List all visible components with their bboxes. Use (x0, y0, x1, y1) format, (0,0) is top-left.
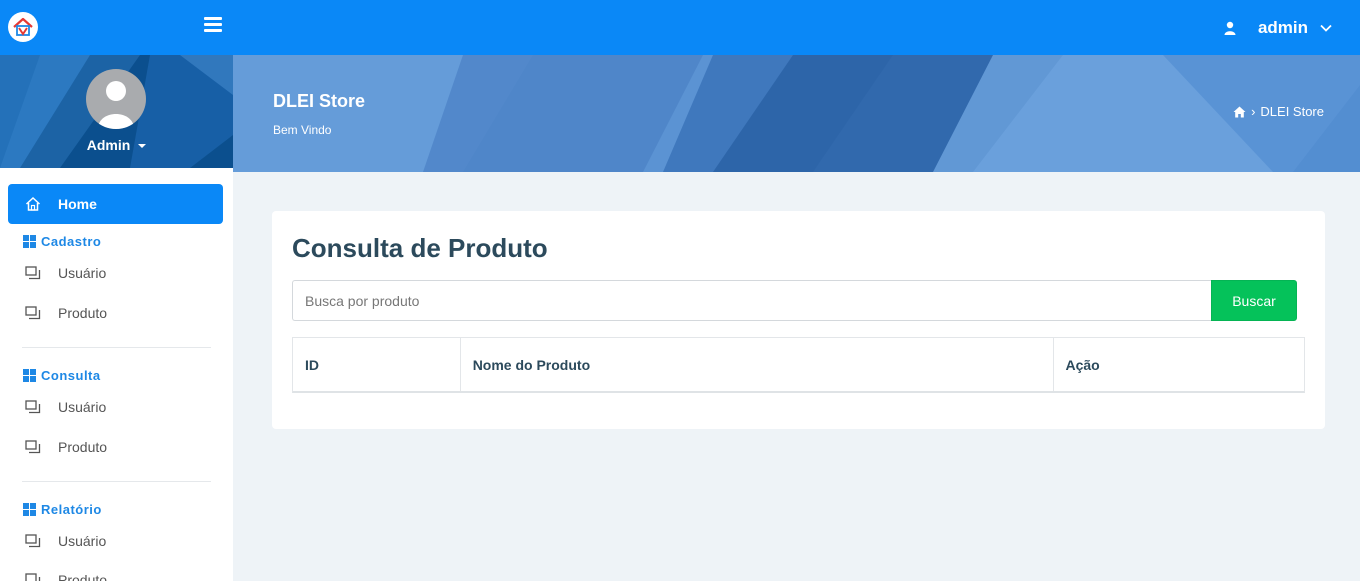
copy-icon (25, 440, 41, 454)
products-table-header: ID Nome do Produto Ação (292, 337, 1305, 393)
breadcrumb-current: DLEI Store (1260, 104, 1324, 119)
copy-icon (25, 266, 41, 280)
sidebar-item-relatorio-usuario[interactable]: Usuário (0, 523, 233, 559)
column-header-id[interactable]: ID (293, 338, 461, 391)
sidebar-item-label: Usuário (58, 399, 107, 415)
grid-icon (23, 503, 36, 516)
copy-icon (25, 573, 41, 581)
page-subtitle: Bem Vindo (273, 123, 332, 137)
sidebar-item-cadastro-usuario[interactable]: Usuário (0, 255, 233, 291)
page-title: DLEI Store (273, 91, 366, 111)
sidebar-item-label: Usuário (58, 265, 107, 281)
profile-name: Admin (86, 137, 131, 153)
search-input[interactable] (292, 280, 1212, 321)
section-label: Consulta (41, 368, 101, 383)
avatar[interactable] (86, 69, 146, 129)
section-label: Cadastro (41, 234, 102, 249)
section-title-consulta: Consulta (23, 368, 101, 383)
breadcrumb-separator: › (1251, 104, 1256, 119)
column-header-product-name[interactable]: Nome do Produto (461, 338, 1054, 391)
sidebar-item-consulta-produto[interactable]: Produto (0, 429, 233, 465)
profile-name-dropdown[interactable]: Admin (0, 137, 233, 153)
copy-icon (25, 534, 41, 548)
sidebar-item-consulta-usuario[interactable]: Usuário (0, 389, 233, 425)
user-menu-dropdown[interactable]: admin (1224, 0, 1332, 55)
column-header-action[interactable]: Ação (1054, 338, 1305, 391)
sidebar-item-label: Usuário (58, 533, 107, 549)
sidebar-item-label: Produto (58, 439, 108, 455)
product-search-card: Consulta de Produto Buscar ID Nome do Pr… (272, 211, 1325, 429)
chevron-down-icon (1320, 24, 1332, 32)
caret-down-icon (138, 144, 147, 149)
sidebar-item-home[interactable]: Home (8, 184, 223, 224)
menu-toggle-icon[interactable] (204, 17, 222, 33)
user-name: admin (1257, 17, 1308, 37)
sidebar-item-label: Home (58, 196, 97, 212)
page-header-banner: DLEI Store Bem Vindo › DLEI Store (233, 55, 1360, 172)
copy-icon (25, 306, 41, 320)
grid-icon (23, 235, 36, 248)
section-label: Relatório (41, 502, 102, 517)
app-logo[interactable] (8, 12, 38, 42)
copy-icon (25, 400, 41, 414)
user-icon (1224, 21, 1236, 35)
sidebar-item-relatorio-produto[interactable]: Produto (0, 562, 233, 581)
divider (22, 347, 211, 348)
avatar-person-icon (98, 81, 134, 129)
sidebar-item-label: Produto (58, 572, 108, 581)
section-title-relatorio: Relatório (23, 502, 102, 517)
search-button[interactable]: Buscar (1211, 280, 1297, 321)
sidebar-item-cadastro-produto[interactable]: Produto (0, 295, 233, 331)
card-title: Consulta de Produto (292, 233, 548, 263)
home-icon (25, 196, 41, 211)
house-logo-icon (13, 17, 33, 36)
breadcrumb: › DLEI Store (1233, 104, 1324, 119)
top-navbar: admin (0, 0, 1360, 55)
divider (22, 481, 211, 482)
profile-panel: Admin (0, 55, 233, 168)
banner-background (233, 55, 1360, 172)
home-icon[interactable] (1233, 106, 1246, 118)
section-title-cadastro: Cadastro (23, 234, 101, 249)
grid-icon (23, 369, 36, 382)
sidebar-item-label: Produto (58, 305, 108, 321)
sidebar: Admin Home Cadastro Usuário Produto Cons… (0, 55, 233, 581)
